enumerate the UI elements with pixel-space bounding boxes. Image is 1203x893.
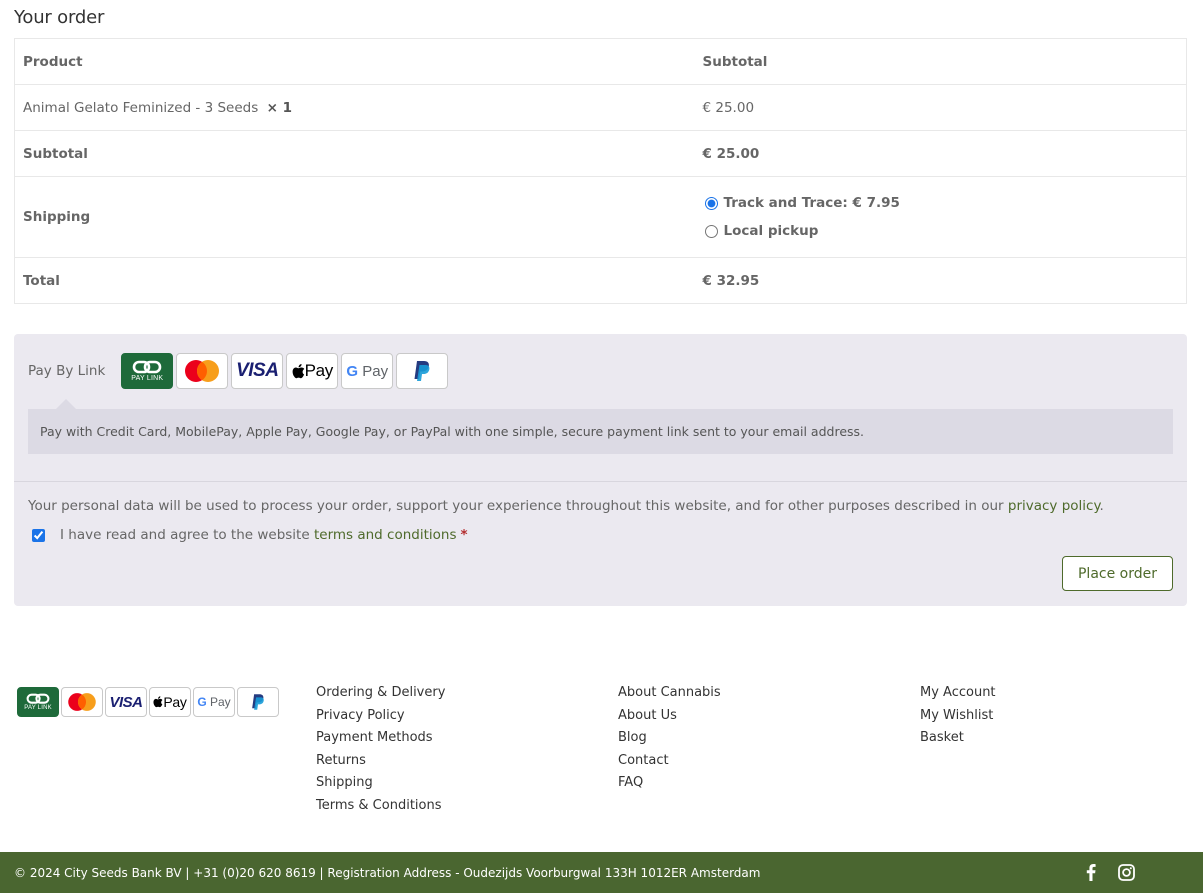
footer-link-returns[interactable]: Returns bbox=[316, 753, 366, 768]
shipping-option-label: Local pickup bbox=[723, 223, 819, 239]
product-quantity: × 1 bbox=[266, 99, 292, 116]
payment-method-label: Pay By Link bbox=[28, 363, 106, 379]
product-name: Animal Gelato Feminized - 3 Seeds bbox=[23, 99, 259, 116]
visa-icon: VISA bbox=[105, 687, 147, 717]
footer-link-terms-conditions[interactable]: Terms & Conditions bbox=[316, 798, 442, 813]
footer-link-ordering-delivery[interactable]: Ordering & Delivery bbox=[316, 685, 445, 700]
shipping-row: Shipping Track and Trace: € 7.95 Local p… bbox=[14, 176, 1187, 258]
copyright-text: © 2024 City Seeds Bank BV | +31 (0)20 62… bbox=[14, 865, 761, 880]
facebook-icon[interactable] bbox=[1086, 864, 1096, 881]
visa-icon: VISA bbox=[231, 353, 284, 389]
footer-links-about: About Cannabis About Us Blog Contact FAQ bbox=[618, 684, 721, 797]
product-header: Product bbox=[14, 38, 695, 85]
footer-link-my-account[interactable]: My Account bbox=[920, 685, 996, 700]
paypal-icon bbox=[396, 353, 449, 389]
footer-link-my-wishlist[interactable]: My Wishlist bbox=[920, 708, 993, 723]
shipping-label: Shipping bbox=[14, 176, 695, 258]
apple-pay-icon: Pay bbox=[286, 353, 339, 389]
instagram-icon[interactable] bbox=[1118, 864, 1135, 881]
footer-link-basket[interactable]: Basket bbox=[920, 730, 964, 745]
order-title: Your order bbox=[14, 7, 105, 28]
shipping-radio-track-trace[interactable] bbox=[704, 196, 718, 210]
product-cell: Animal Gelato Feminized - 3 Seeds × 1 bbox=[14, 84, 695, 131]
table-header-row: Product Subtotal bbox=[14, 38, 1187, 85]
subtotal-label: Subtotal bbox=[14, 130, 695, 177]
terms-checkbox[interactable] bbox=[32, 528, 45, 542]
privacy-policy-link[interactable]: privacy policy bbox=[1008, 498, 1100, 514]
required-asterisk: * bbox=[460, 527, 468, 543]
footer-bottom-bar: © 2024 City Seeds Bank BV | +31 (0)20 62… bbox=[0, 852, 1203, 893]
privacy-notice: Your personal data will be used to proce… bbox=[28, 498, 1104, 514]
google-pay-icon: G Pay bbox=[341, 353, 394, 389]
footer-link-shipping[interactable]: Shipping bbox=[316, 775, 373, 790]
product-price: € 25.00 bbox=[694, 84, 1187, 131]
terms-link[interactable]: terms and conditions bbox=[314, 527, 457, 543]
order-review-table: Product Subtotal Animal Gelato Feminized… bbox=[14, 38, 1187, 304]
place-order-button[interactable]: Place order bbox=[1061, 556, 1173, 591]
social-links bbox=[1086, 852, 1135, 893]
footer-link-contact[interactable]: Contact bbox=[618, 753, 669, 768]
table-row: Animal Gelato Feminized - 3 Seeds × 1 € … bbox=[14, 84, 1187, 131]
footer-payment-badges: PAY LINK VISA Pay G Pay bbox=[17, 687, 279, 717]
footer-link-blog[interactable]: Blog bbox=[618, 730, 647, 745]
divider bbox=[14, 481, 1187, 482]
shipping-options: Track and Trace: € 7.95 Local pickup bbox=[694, 176, 1187, 258]
apple-pay-icon: Pay bbox=[149, 687, 191, 717]
paypal-icon bbox=[237, 687, 279, 717]
pay-link-icon: PAY LINK bbox=[121, 353, 174, 389]
total-row: Total € 32.95 bbox=[14, 257, 1187, 304]
pay-link-icon: PAY LINK bbox=[17, 687, 59, 717]
shipping-radio-local-pickup[interactable] bbox=[704, 224, 718, 238]
mastercard-icon bbox=[176, 353, 229, 389]
footer-link-about-cannabis[interactable]: About Cannabis bbox=[618, 685, 721, 700]
payment-badges: PAY LINK VISA Pay G Pay bbox=[121, 353, 449, 389]
payment-method-pay-by-link[interactable]: Pay By Link PAY LINK VISA Pay G Pay bbox=[28, 353, 449, 389]
subtotal-row: Subtotal € 25.00 bbox=[14, 130, 1187, 177]
footer-links-info: Ordering & Delivery Privacy Policy Payme… bbox=[316, 684, 445, 819]
total-label: Total bbox=[14, 257, 695, 304]
terms-agreement[interactable]: I have read and agree to the website ter… bbox=[28, 527, 468, 543]
footer-link-about-us[interactable]: About Us bbox=[618, 708, 677, 723]
shipping-option-label: Track and Trace: € 7.95 bbox=[723, 195, 900, 211]
payment-section: Pay By Link PAY LINK VISA Pay G Pay Pay … bbox=[14, 334, 1187, 606]
google-pay-icon: G Pay bbox=[193, 687, 235, 717]
shipping-option-track-trace[interactable]: Track and Trace: € 7.95 bbox=[703, 189, 1179, 217]
footer-links-account: My Account My Wishlist Basket bbox=[920, 684, 996, 752]
mastercard-icon bbox=[61, 687, 103, 717]
footer-link-faq[interactable]: FAQ bbox=[618, 775, 643, 790]
footer-link-privacy-policy[interactable]: Privacy Policy bbox=[316, 708, 405, 723]
payment-description: Pay with Credit Card, MobilePay, Apple P… bbox=[28, 399, 1173, 454]
subtotal-header: Subtotal bbox=[694, 38, 1187, 85]
subtotal-value: € 25.00 bbox=[694, 130, 1187, 177]
total-value: € 32.95 bbox=[694, 257, 1187, 304]
shipping-option-local-pickup[interactable]: Local pickup bbox=[703, 217, 1179, 245]
footer-link-payment-methods[interactable]: Payment Methods bbox=[316, 730, 433, 745]
